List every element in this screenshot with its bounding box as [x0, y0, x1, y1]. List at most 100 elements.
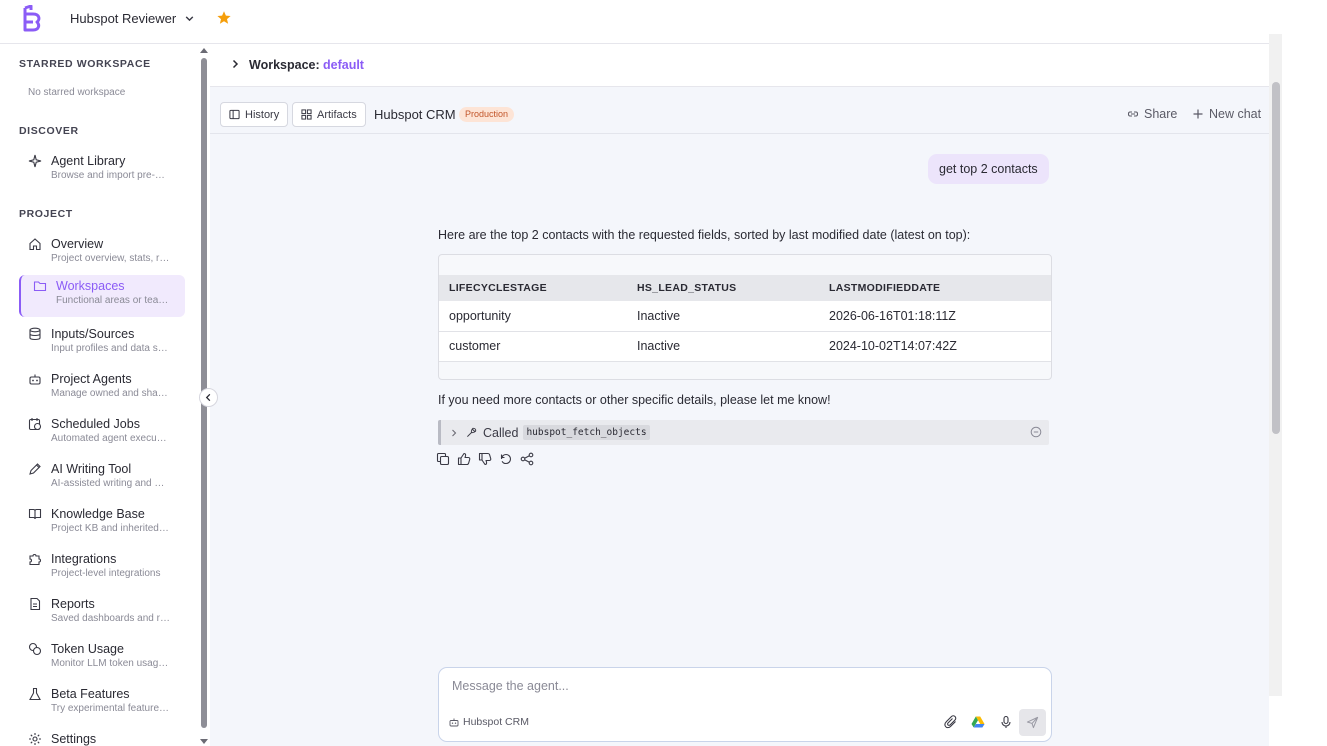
table-cell: customer	[439, 331, 627, 362]
sidebar-item-beta-features[interactable]: Beta Features Try experimental feature…	[19, 683, 185, 725]
sidebar-item-desc: Saved dashboards and r…	[51, 613, 170, 624]
sidebar-item-label: Knowledge Base	[51, 507, 145, 521]
project-switcher[interactable]: Hubspot Reviewer	[70, 11, 195, 26]
share-label: Share	[1144, 107, 1178, 121]
starred-empty-text: No starred workspace	[28, 87, 126, 98]
new-chat-label: New chat	[1209, 107, 1262, 121]
sidebar-item-label: Settings	[51, 732, 97, 746]
history-button[interactable]: History	[220, 102, 289, 127]
wrench-icon	[467, 427, 477, 437]
sidebar-item-label: Inputs/Sources	[51, 327, 135, 341]
sidebar-item-label: Token Usage	[51, 642, 124, 656]
paperclip-icon[interactable]	[944, 715, 958, 729]
workspace-value[interactable]: default	[323, 58, 364, 72]
sidebar-item-label: Agent Library	[51, 154, 126, 168]
scroll-down-arrow-icon[interactable]	[200, 739, 208, 744]
refresh-icon	[500, 453, 512, 465]
sidebar-item-label: Project Agents	[51, 372, 132, 386]
calendar-clock-icon	[28, 418, 42, 431]
sidebar-item-workspaces[interactable]: Workspaces Functional areas or tea…	[19, 275, 185, 317]
chevron-left-icon	[205, 393, 211, 402]
sidebar-item-project-agents[interactable]: Project Agents Manage owned and sha…	[19, 368, 185, 410]
artifacts-button[interactable]: Artifacts	[292, 102, 366, 127]
user-message: get top 2 contacts	[928, 154, 1049, 184]
tool-called-label: Called	[483, 425, 519, 440]
home-icon	[29, 238, 41, 251]
sidebar-item-label: Scheduled Jobs	[51, 417, 140, 431]
new-chat-button[interactable]: New chat	[1192, 107, 1261, 121]
thumbs-up-button[interactable]	[457, 452, 471, 466]
app-logo-icon[interactable]	[20, 5, 42, 33]
sidebar-item-label: AI Writing Tool	[51, 462, 132, 476]
composer-agent-chip[interactable]: Hubspot CRM	[449, 716, 529, 728]
database-icon	[29, 327, 41, 341]
workspace-bar[interactable]: Workspace: default	[210, 44, 1269, 87]
sidebar-item-overview[interactable]: Overview Project overview, stats, r…	[19, 233, 185, 275]
sidebar-item-desc: Manage owned and sha…	[51, 388, 168, 399]
sidebar-item-ai-writing-tool[interactable]: AI Writing Tool AI-assisted writing and …	[19, 458, 185, 500]
collapse-sidebar-button[interactable]	[199, 388, 218, 407]
project-name: Hubspot Reviewer	[70, 11, 177, 26]
link-icon	[1127, 111, 1139, 117]
main-scrollbar[interactable]	[1269, 34, 1282, 696]
chevron-right-icon	[452, 429, 457, 436]
assistant-outro-text: If you need more contacts or other speci…	[438, 393, 831, 407]
sidebar-item-token-usage[interactable]: Token Usage Monitor LLM token usag…	[19, 638, 185, 680]
composer-agent-label: Hubspot CRM	[463, 716, 529, 728]
share-button[interactable]: Share	[1127, 107, 1177, 121]
sidebar-item-integrations[interactable]: Integrations Project-level integrations	[19, 548, 185, 590]
table-header-row: LIFECYCLESTAGE HS_LEAD_STATUS LASTMODIFI…	[439, 275, 1051, 301]
environment-badge: Production	[459, 107, 515, 122]
sidebar-item-settings[interactable]: Settings	[19, 728, 185, 746]
sidebar-item-desc: AI-assisted writing and …	[51, 478, 165, 489]
result-table-container: LIFECYCLESTAGE HS_LEAD_STATUS LASTMODIFI…	[438, 254, 1052, 380]
pen-icon	[29, 463, 41, 475]
sidebar-item-label: Integrations	[51, 552, 117, 566]
sidebar-item-desc: Functional areas or tea…	[56, 295, 169, 306]
copy-button[interactable]	[436, 452, 450, 466]
sidebar-item-desc: Project overview, stats, r…	[51, 253, 170, 264]
share-nodes-icon	[520, 452, 534, 466]
table-cell: 2026-06-16T01:18:11Z	[819, 301, 1051, 332]
sidebar-item-agent-library[interactable]: Agent Library Browse and import pre-…	[19, 150, 185, 192]
send-icon	[1026, 716, 1039, 729]
table-row: opportunity Inactive 2026-06-16T01:18:11…	[439, 301, 1051, 332]
sidebar-item-scheduled-jobs[interactable]: Scheduled Jobs Automated agent execu…	[19, 413, 185, 455]
flask-icon	[29, 687, 41, 701]
chat-header: History Artifacts Hubspot CRM Production…	[210, 87, 1269, 134]
sidebar-item-label: Workspaces	[56, 279, 125, 293]
project-section-title: PROJECT	[19, 208, 73, 220]
tool-call-toggle[interactable]: Called hubspot_fetch_objects	[438, 420, 1049, 445]
grid-icon	[301, 109, 312, 120]
main-panel: Workspace: default History Artifacts Hub…	[210, 44, 1269, 746]
sidebar: STARRED WORKSPACE No starred workspace D…	[9, 44, 199, 746]
star-icon[interactable]	[216, 10, 232, 26]
message-input[interactable]	[452, 677, 1012, 695]
main-scrollbar-thumb[interactable]	[1272, 82, 1280, 434]
gear-icon	[29, 733, 41, 745]
sidebar-item-inputs-sources[interactable]: Inputs/Sources Input profiles and data s…	[19, 323, 185, 365]
microphone-icon[interactable]	[999, 715, 1013, 729]
table-cell: 2024-10-02T14:07:42Z	[819, 331, 1051, 362]
sidebar-item-desc: Try experimental feature…	[51, 703, 170, 714]
report-icon	[30, 597, 41, 611]
artifacts-label: Artifacts	[317, 108, 357, 121]
regenerate-button[interactable]	[499, 452, 513, 466]
scroll-up-arrow-icon[interactable]	[200, 48, 208, 53]
table-cell: opportunity	[439, 301, 627, 332]
sidebar-item-desc: Automated agent execu…	[51, 433, 167, 444]
copy-icon	[436, 452, 450, 466]
chevron-down-icon	[185, 16, 194, 22]
chevron-right-icon[interactable]	[230, 59, 240, 69]
coins-icon	[28, 642, 42, 656]
send-button[interactable]	[1019, 709, 1046, 736]
table-header-cell: LASTMODIFIEDDATE	[819, 275, 1051, 301]
sidebar-item-reports[interactable]: Reports Saved dashboards and r…	[19, 593, 185, 635]
workspace-label: Workspace:	[249, 58, 320, 72]
share-message-button[interactable]	[520, 452, 534, 466]
google-drive-icon[interactable]	[971, 715, 985, 729]
message-actions	[436, 452, 534, 466]
sidebar-item-knowledge-base[interactable]: Knowledge Base Project KB and inherited…	[19, 503, 185, 545]
sidebar-item-label: Beta Features	[51, 687, 130, 701]
thumbs-down-button[interactable]	[478, 452, 492, 466]
